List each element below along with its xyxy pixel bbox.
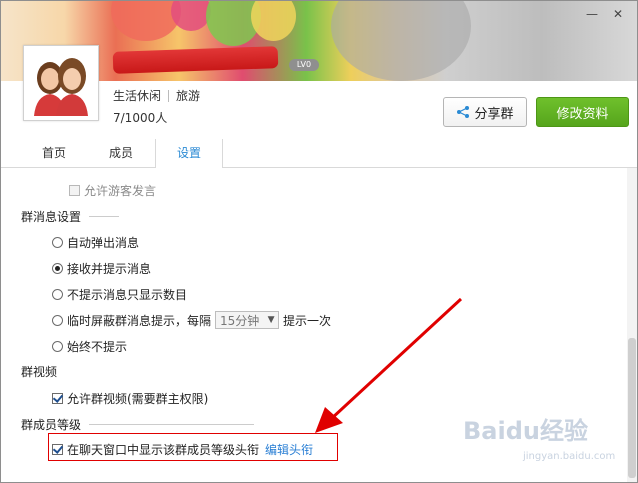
member-level-section-title: 群成员等级 bbox=[21, 416, 255, 433]
banner-decoration bbox=[251, 1, 296, 41]
option-label: 临时屏蔽群消息提示， bbox=[67, 313, 188, 328]
tag-item[interactable]: 旅游 bbox=[176, 87, 200, 104]
message-option-receive-notify[interactable]: 接收并提示消息 bbox=[52, 260, 151, 277]
edit-profile-button[interactable]: 修改资料 bbox=[536, 97, 629, 127]
banner-decoration bbox=[171, 1, 211, 31]
tab-members[interactable]: 成员 bbox=[91, 139, 151, 167]
group-avatar[interactable] bbox=[23, 45, 99, 121]
red-arrow-icon bbox=[315, 297, 463, 433]
option-label: 允许群视频(需要群主权限) bbox=[67, 392, 209, 406]
scrollbar[interactable] bbox=[627, 168, 637, 482]
radio-temp-mute[interactable] bbox=[52, 314, 63, 326]
group-settings-window: — ✕ LV0 生活休闲 旅游 7/1000人 分享群 修改资料 首页 成员 设… bbox=[0, 0, 638, 483]
section-title: 群成员等级 bbox=[21, 418, 82, 432]
radio-receive-notify[interactable] bbox=[52, 263, 63, 274]
radio-auto-popup[interactable] bbox=[52, 237, 63, 248]
share-icon bbox=[457, 106, 470, 118]
group-tags: 生活休闲 旅游 bbox=[113, 87, 200, 104]
tab-settings[interactable]: 设置 bbox=[155, 139, 223, 168]
member-count: 7/1000人 bbox=[113, 111, 168, 125]
section-divider bbox=[89, 216, 120, 217]
option-label: 接收并提示消息 bbox=[67, 262, 152, 276]
message-option-auto-popup[interactable]: 自动弹出消息 bbox=[52, 234, 139, 251]
group-video-section-title: 群视频 bbox=[21, 363, 57, 380]
radio-never-notify[interactable] bbox=[52, 341, 63, 352]
watermark-sub: jingyan.baidu.com bbox=[523, 451, 616, 462]
message-option-never-notify[interactable]: 始终不提示 bbox=[52, 338, 127, 355]
option-label: 自动弹出消息 bbox=[67, 236, 140, 250]
section-title: 群消息设置 bbox=[21, 210, 82, 224]
chevron-down-icon: ▼ bbox=[267, 315, 275, 325]
scrollbar-thumb[interactable] bbox=[628, 338, 636, 478]
mute-interval-select[interactable]: 15分钟 ▼ bbox=[215, 311, 280, 329]
select-value: 15分钟 bbox=[220, 313, 260, 328]
group-video-option[interactable]: 允许群视频(需要群主权限) bbox=[52, 390, 208, 407]
option-label: 每隔 bbox=[187, 313, 212, 328]
radio-count-only[interactable] bbox=[52, 289, 63, 300]
message-option-temp-mute[interactable]: 临时屏蔽群消息提示， 每隔 15分钟 ▼ 提示一次 bbox=[52, 311, 331, 329]
message-option-count-only[interactable]: 不提示消息只显示数目 bbox=[52, 286, 187, 303]
group-message-section-title: 群消息设置 bbox=[21, 208, 120, 225]
guest-speech-option[interactable]: 允许游客发言 bbox=[69, 182, 156, 199]
share-group-label: 分享群 bbox=[474, 106, 514, 122]
guest-speech-label: 允许游客发言 bbox=[84, 184, 157, 198]
tab-bar: 首页 成员 设置 bbox=[1, 139, 637, 168]
banner-decoration bbox=[331, 1, 471, 81]
section-title: 群视频 bbox=[21, 365, 58, 379]
close-icon[interactable]: ✕ bbox=[609, 7, 627, 21]
option-label: 始终不提示 bbox=[67, 340, 128, 354]
group-video-checkbox[interactable] bbox=[52, 393, 63, 404]
watermark-main: Baidu经验 bbox=[463, 417, 588, 445]
option-label: 不提示消息只显示数目 bbox=[67, 288, 188, 302]
watermark-logo: Baidu经验 jingyan.baidu.com bbox=[463, 411, 623, 471]
level-badge: LV0 bbox=[289, 59, 319, 71]
tag-item[interactable]: 生活休闲 bbox=[113, 87, 161, 104]
tab-home[interactable]: 首页 bbox=[25, 139, 83, 167]
section-divider bbox=[89, 424, 255, 425]
tag-divider bbox=[168, 89, 170, 102]
avatar-couple-icon bbox=[28, 50, 94, 116]
guest-speech-checkbox[interactable] bbox=[69, 185, 80, 196]
minimize-icon[interactable]: — bbox=[583, 7, 601, 21]
highlight-annotation-box bbox=[48, 433, 338, 461]
share-group-button[interactable]: 分享群 bbox=[443, 97, 527, 127]
